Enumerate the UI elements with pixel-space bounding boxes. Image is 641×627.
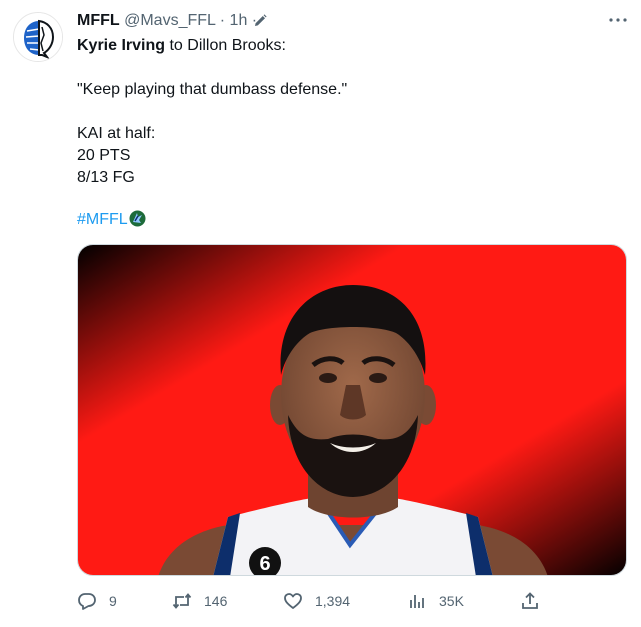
retweet-button[interactable]: 146	[172, 586, 227, 616]
share-icon	[522, 592, 538, 609]
hashtag-line: #MFFL	[77, 209, 146, 231]
mavs-hashflag-icon	[129, 210, 146, 227]
retweet-icon	[172, 593, 192, 609]
tweet: MFFL @Mavs_FFL · 1h · Kyrie Irving to Di…	[0, 0, 641, 627]
reply-count: 9	[109, 593, 117, 609]
tweet-line-1-rest: to Dillon Brooks:	[165, 37, 286, 54]
more-icon[interactable]	[606, 10, 630, 30]
separator: ·	[215, 12, 230, 29]
mention-name: Kyrie Irving	[77, 37, 166, 54]
author-handle[interactable]: @Mavs_FFL	[124, 12, 215, 29]
edit-icon[interactable]	[252, 13, 268, 29]
quote-text: "Keep playing that dumbass defense."	[77, 81, 348, 98]
author-name[interactable]: MFFL	[77, 12, 120, 29]
view-count: 35K	[439, 593, 464, 609]
reply-icon	[78, 593, 96, 610]
share-button[interactable]	[520, 586, 552, 616]
tweet-media[interactable]: 6	[77, 244, 627, 576]
stat-fg: 8/13 FG	[77, 169, 135, 186]
retweet-count: 146	[204, 593, 228, 609]
tweet-line-1: Kyrie Irving to Dillon Brooks:	[77, 35, 286, 57]
like-button[interactable]: 1,394	[283, 586, 350, 616]
views-button[interactable]: 35K	[407, 586, 464, 616]
tweet-header: MFFL @Mavs_FFL · 1h ·	[77, 10, 257, 32]
timestamp[interactable]: 1h	[230, 12, 248, 29]
like-count: 1,394	[315, 593, 351, 609]
like-icon	[284, 593, 302, 609]
player-photo: 6	[78, 245, 626, 575]
avatar[interactable]	[13, 12, 63, 62]
tweet-actions: 9 146 1,394 35K	[0, 586, 641, 616]
stat-pts: 20 PTS	[77, 147, 131, 164]
stat-header: KAI at half:	[77, 125, 156, 142]
jersey-number: 6	[259, 553, 270, 575]
hashtag-link[interactable]: #MFFL	[77, 211, 128, 228]
mavs-logo-icon	[14, 13, 62, 61]
reply-button[interactable]: 9	[77, 586, 117, 616]
views-icon	[410, 595, 424, 608]
